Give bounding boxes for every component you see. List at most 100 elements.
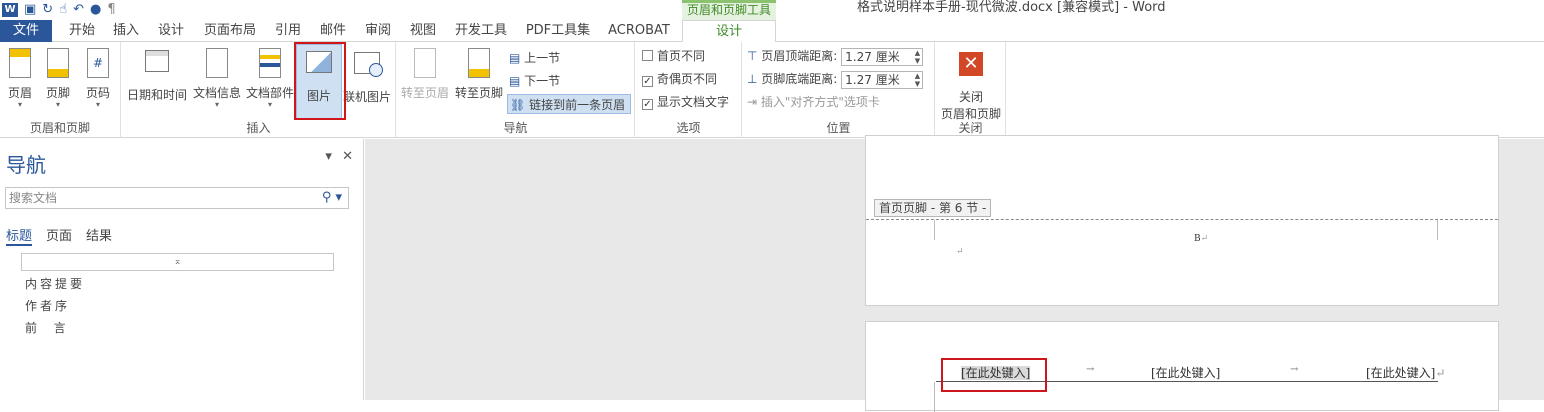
undo-icon[interactable]: ↶ bbox=[73, 2, 84, 18]
group-header-footer: 页眉 ▾ 页脚 ▾ # 页码 ▾ 页眉和页脚 bbox=[0, 42, 121, 138]
nav-options-dropdown-icon[interactable]: ▾ bbox=[325, 149, 332, 164]
footer-content[interactable]: B↵ bbox=[1194, 234, 1208, 244]
footer-button[interactable]: 页脚 ▾ bbox=[38, 46, 78, 118]
tab-mailings[interactable]: 邮件 bbox=[313, 20, 353, 42]
ribbon: 页眉 ▾ 页脚 ▾ # 页码 ▾ 页眉和页脚 日期和时间 文档信息 ▾ 文档部件… bbox=[0, 42, 1544, 138]
quick-parts-button[interactable]: 文档部件 ▾ bbox=[244, 46, 296, 118]
tab-file[interactable]: 文件 bbox=[0, 20, 52, 42]
tab-insert[interactable]: 插入 bbox=[106, 20, 146, 42]
header-button[interactable]: 页眉 ▾ bbox=[0, 46, 40, 118]
goto-footer-button[interactable]: 转至页脚 bbox=[453, 46, 505, 118]
group-label: 导航 bbox=[503, 121, 528, 135]
spinner-arrows-icon[interactable]: ▲ ▼ bbox=[915, 72, 920, 88]
navigation-pane: 导航 ▾ ✕ 搜索文档 ⚲ ▾ 标题 页面 结果 ⌅ 内容提要 作者序 前 言 bbox=[0, 139, 364, 400]
date-time-button[interactable]: 日期和时间 bbox=[124, 46, 190, 118]
dropdown-caret-icon: ▾ bbox=[214, 100, 219, 109]
goto-footer-icon bbox=[468, 48, 490, 78]
dropdown-caret-icon: ▾ bbox=[95, 100, 100, 109]
word-app-icon[interactable]: W bbox=[2, 3, 18, 17]
page-number-button[interactable]: # 页码 ▾ bbox=[78, 46, 118, 118]
footer-from-bottom-spinner[interactable]: 1.27 厘米 ▲ ▼ bbox=[841, 70, 924, 89]
quick-parts-icon bbox=[259, 48, 281, 78]
document-info-icon bbox=[206, 48, 228, 78]
tab-acrobat[interactable]: ACROBAT bbox=[602, 20, 676, 42]
tab-view[interactable]: 视图 bbox=[403, 20, 443, 42]
header-position-icon: ⊤ bbox=[747, 49, 758, 63]
calendar-clock-icon bbox=[143, 50, 171, 82]
document-page[interactable]: 首页页脚 - 第 6 节 - B↵ ↵ bbox=[865, 135, 1499, 306]
nav-tab-pages[interactable]: 页面 bbox=[46, 225, 72, 246]
contextual-tab-group-label: 页眉和页脚工具 bbox=[682, 0, 776, 20]
close-icon: ✕ bbox=[957, 52, 985, 84]
header-field-right[interactable]: [在此处键入]↵ bbox=[1366, 364, 1445, 381]
header-icon bbox=[9, 48, 31, 78]
next-section-button[interactable]: ▤ 下一节 bbox=[509, 71, 560, 91]
touch-mode-icon[interactable]: ☝ bbox=[59, 2, 67, 18]
tab-arrow-icon: → bbox=[1086, 364, 1095, 375]
online-picture-button[interactable]: 联机图片 bbox=[342, 46, 392, 118]
checkbox-unchecked-icon bbox=[642, 50, 653, 61]
tab-header-footer-design[interactable]: 设计 bbox=[682, 20, 776, 43]
tab-pdf-tools[interactable]: PDF工具集 bbox=[520, 20, 596, 42]
group-label: 插入 bbox=[246, 121, 271, 135]
nav-heading-item[interactable]: 内容提要 bbox=[25, 275, 85, 292]
header-from-top-row: ⊤ 页眉顶端距离: 1.27 厘米 ▲ ▼ bbox=[747, 46, 924, 66]
nav-tab-results[interactable]: 结果 bbox=[86, 225, 112, 246]
group-navigation: 转至页眉 转至页脚 ▤ 上一节 ▤ 下一节 ⛓ 链接到前一条页眉 导航 bbox=[397, 42, 635, 138]
paragraph-mark-icon: ↵ bbox=[956, 247, 964, 257]
link-to-previous-button[interactable]: ⛓ 链接到前一条页眉 bbox=[507, 94, 631, 114]
group-label: 关闭 bbox=[958, 121, 983, 135]
dropdown-caret-icon: ▾ bbox=[17, 100, 22, 109]
dropdown-caret-icon: ▾ bbox=[55, 100, 60, 109]
goto-header-button[interactable]: 转至页眉 bbox=[399, 46, 451, 118]
quick-access-toolbar: W ▣ ↻ ☝ ↶ ● ¶ bbox=[2, 1, 116, 19]
spinner-arrows-icon[interactable]: ▲ ▼ bbox=[915, 49, 920, 65]
tab-page-layout[interactable]: 页面布局 bbox=[198, 20, 262, 42]
nav-tab-headings[interactable]: 标题 bbox=[6, 225, 33, 246]
redo-icon[interactable]: ● bbox=[90, 2, 101, 18]
tab-design-layout[interactable]: 设计 bbox=[150, 20, 192, 42]
nav-close-icon[interactable]: ✕ bbox=[342, 149, 353, 164]
document-canvas[interactable]: 首页页脚 - 第 6 节 - B↵ ↵ [在此处键入] → [在此处键入] → … bbox=[365, 135, 1544, 412]
nav-tabs: 标题 页面 结果 bbox=[6, 225, 112, 246]
margin-corner-mark bbox=[934, 220, 935, 240]
document-info-button[interactable]: 文档信息 ▾ bbox=[190, 46, 244, 118]
search-icon[interactable]: ⚲ ▾ bbox=[322, 188, 342, 208]
insert-alignment-tab-button[interactable]: ⇥ 插入"对齐方式"选项卡 bbox=[747, 92, 880, 112]
autosave-icon[interactable]: ↻ bbox=[42, 2, 53, 18]
save-icon[interactable]: ▣ bbox=[24, 2, 36, 18]
ribbon-tabs: 文件 开始 插入 设计 页面布局 引用 邮件 审阅 视图 开发工具 PDF工具集… bbox=[0, 20, 1544, 43]
close-header-footer-button[interactable]: ✕ 关闭 页眉和页脚 bbox=[938, 46, 1004, 121]
different-odd-even-checkbox[interactable]: ✓ 奇偶页不同 bbox=[642, 69, 717, 89]
nav-heading-item[interactable]: 前 言 bbox=[25, 319, 69, 336]
tab-arrow-icon: → bbox=[1290, 364, 1299, 375]
nav-pane-controls: ▾ ✕ bbox=[325, 149, 353, 164]
nav-search-input[interactable]: 搜索文档 ⚲ ▾ bbox=[5, 187, 349, 209]
customize-qat-icon[interactable]: ¶ bbox=[107, 2, 115, 18]
footer-position-icon: ⊥ bbox=[747, 72, 758, 86]
different-first-page-checkbox[interactable]: 首页不同 bbox=[642, 46, 705, 66]
tab-developer[interactable]: 开发工具 bbox=[449, 20, 513, 42]
previous-section-button[interactable]: ▤ 上一节 bbox=[509, 48, 560, 68]
picture-highlight-box bbox=[294, 42, 346, 120]
tab-review[interactable]: 审阅 bbox=[358, 20, 398, 42]
header-field-center[interactable]: [在此处键入] bbox=[1151, 364, 1220, 381]
page-number-icon: # bbox=[87, 48, 109, 78]
show-document-text-checkbox[interactable]: ✓ 显示文档文字 bbox=[642, 92, 729, 112]
previous-section-icon: ▤ bbox=[509, 51, 521, 65]
nav-collapse-bar[interactable]: ⌅ bbox=[21, 253, 334, 271]
online-picture-icon bbox=[353, 52, 383, 84]
tab-home[interactable]: 开始 bbox=[62, 20, 102, 42]
nav-pane-title: 导航 bbox=[6, 153, 46, 177]
header-from-top-spinner[interactable]: 1.27 厘米 ▲ ▼ bbox=[841, 47, 924, 66]
collapse-icon: ⌅ bbox=[173, 257, 182, 267]
nav-heading-item[interactable]: 作者序 bbox=[25, 297, 70, 314]
group-close: ✕ 关闭 页眉和页脚 关闭 bbox=[936, 42, 1006, 138]
group-label: 页眉和页脚 bbox=[29, 121, 90, 135]
group-position: ⊤ 页眉顶端距离: 1.27 厘米 ▲ ▼ ⊥ 页脚底端距离: 1.27 厘米 ▲ ▼ … bbox=[743, 42, 935, 138]
paragraph-mark-icon: ↵ bbox=[1435, 366, 1446, 380]
tab-references[interactable]: 引用 bbox=[268, 20, 308, 42]
goto-header-icon bbox=[414, 48, 436, 78]
footer-icon bbox=[47, 48, 69, 78]
group-insert: 日期和时间 文档信息 ▾ 文档部件 ▾ 图片 联机图片 插入 bbox=[122, 42, 396, 138]
